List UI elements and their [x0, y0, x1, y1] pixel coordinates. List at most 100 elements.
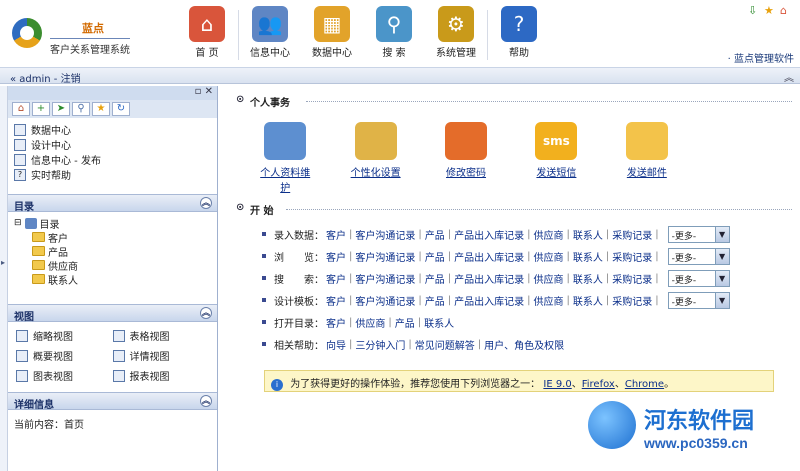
start-row-link[interactable]: 采购记录 [612, 293, 652, 308]
start-row-link[interactable]: 产品 [425, 249, 445, 264]
start-row-link[interactable]: 产品出入库记录 [454, 227, 524, 242]
start-row-link[interactable]: 常见问题解答 [415, 337, 475, 352]
start-row-link[interactable]: 供应商 [534, 293, 564, 308]
envelope-icon[interactable] [625, 122, 668, 160]
refresh-icon[interactable]: ⇩ [748, 5, 760, 17]
tree-item[interactable]: 联系人 [14, 272, 211, 287]
windows-icon[interactable] [445, 122, 488, 160]
start-row-link[interactable]: 客户沟通记录 [355, 249, 415, 264]
start-row-link[interactable]: 联系人 [573, 271, 603, 286]
start-row-link[interactable]: 产品出入库记录 [454, 271, 524, 286]
grid-icon[interactable]: ▦ [314, 6, 350, 42]
profile-icon[interactable] [264, 122, 307, 160]
chevron-down-icon[interactable]: ▼ [714, 226, 729, 242]
start-row-link[interactable]: 用户、角色及权限 [484, 337, 564, 352]
start-row-link[interactable]: 产品 [425, 227, 445, 242]
start-row-link[interactable]: 三分钟入门 [355, 337, 405, 352]
home-tab-icon[interactable]: ⌂ [12, 102, 30, 116]
detail-collapse-icon[interactable]: ︽ [200, 395, 212, 407]
view-item-1[interactable]: 表格视图 [112, 328, 210, 343]
user-logout-text[interactable]: « admin - 注销 [10, 70, 81, 85]
start-row-link[interactable]: 产品出入库记录 [454, 249, 524, 264]
nav-0[interactable]: ⌂ 首 页 [176, 4, 238, 64]
start-row-link[interactable]: 客户 [326, 271, 346, 286]
quick-item-0[interactable]: 数据中心 [14, 122, 211, 137]
tree-item[interactable]: 供应商 [14, 258, 211, 273]
favorite-star-icon[interactable]: ★ [764, 5, 776, 17]
start-row-link[interactable]: 供应商 [534, 227, 564, 242]
collapse-up-icon[interactable]: ︽ [784, 69, 794, 84]
chevron-down-icon[interactable]: ▼ [714, 270, 729, 286]
home-small-icon[interactable]: ⌂ [780, 5, 792, 17]
start-row-link[interactable]: 供应商 [534, 271, 564, 286]
view-item-5[interactable]: 报表视图 [112, 368, 210, 383]
nav-1[interactable]: 👥 信息中心 [239, 4, 301, 64]
start-row-link[interactable]: 供应商 [355, 315, 385, 330]
personal-item-label[interactable]: 发送邮件 [618, 164, 676, 179]
start-row-link[interactable]: 采购记录 [612, 271, 652, 286]
personal-item-0[interactable]: 个人资料维护 [256, 122, 314, 194]
personal-item-2[interactable]: 修改密码 [437, 122, 495, 182]
start-row-link[interactable]: 客户 [326, 293, 346, 308]
start-row-link[interactable]: 产品 [425, 271, 445, 286]
chevron-down-icon[interactable]: ▼ [714, 248, 729, 264]
panel-pin-close-icon[interactable]: ▫ ✕ [195, 86, 213, 97]
quick-item-1[interactable]: 设计中心 [14, 137, 211, 152]
folder-gear-icon[interactable]: ⚙ [438, 6, 474, 42]
start-row-link[interactable]: 产品 [395, 315, 415, 330]
more-select[interactable]: -更多- ▼ [667, 291, 730, 309]
quick-item-2[interactable]: 信息中心 - 发布 [14, 152, 211, 167]
start-row-link[interactable]: 联系人 [573, 293, 603, 308]
start-row-link[interactable]: 联系人 [573, 227, 603, 242]
start-row-link[interactable]: 采购记录 [612, 249, 652, 264]
start-row-link[interactable]: 客户 [326, 249, 346, 264]
brand-link[interactable]: · 蓝点管理软件 [728, 50, 794, 65]
search-icon[interactable]: ⚲ [376, 6, 412, 42]
start-row-link[interactable]: 客户 [326, 315, 346, 330]
search-tab-icon[interactable]: ⚲ [72, 102, 90, 116]
start-row-link[interactable]: 客户沟通记录 [355, 227, 415, 242]
start-row-link[interactable]: 客户沟通记录 [355, 271, 415, 286]
more-select[interactable]: -更多- ▼ [667, 269, 730, 287]
sms-icon[interactable]: sms [535, 122, 578, 160]
chevron-down-icon[interactable]: ▼ [714, 292, 729, 308]
browser-link[interactable]: Chrome [625, 379, 664, 390]
start-row-link[interactable]: 联系人 [573, 249, 603, 264]
personal-item-4[interactable]: 发送邮件 [618, 122, 676, 182]
start-row-link[interactable]: 供应商 [534, 249, 564, 264]
view-collapse-icon[interactable]: ︽ [200, 307, 212, 319]
browser-link[interactable]: IE 9.0 [543, 379, 571, 390]
star-tab-icon[interactable]: ★ [92, 102, 110, 116]
more-select[interactable]: -更多- ▼ [667, 225, 730, 243]
users-icon[interactable]: 👥 [252, 6, 288, 42]
tree-item[interactable]: 产品 [14, 244, 211, 259]
view-item-0[interactable]: 缩略视图 [16, 328, 113, 343]
view-item-2[interactable]: 概要视图 [16, 348, 113, 363]
mac-finder-icon[interactable] [354, 122, 397, 160]
tree-expand-icon[interactable]: ⊟ [14, 218, 22, 228]
arrow-tab-icon[interactable]: ➤ [52, 102, 70, 116]
nav-4[interactable]: ⚙ 系统管理 [425, 4, 487, 64]
start-row-link[interactable]: 客户沟通记录 [355, 293, 415, 308]
tree-root[interactable]: ⊟ 目录 [14, 216, 211, 231]
refresh-tab-icon[interactable]: ↻ [112, 102, 130, 116]
personal-item-label[interactable]: 个性化设置 [346, 164, 404, 179]
personal-item-label[interactable]: 发送短信 [527, 164, 585, 179]
personal-item-1[interactable]: 个性化设置 [346, 122, 404, 182]
start-row-link[interactable]: 向导 [326, 337, 346, 352]
nav-2[interactable]: ▦ 数据中心 [301, 4, 363, 64]
home-icon[interactable]: ⌂ [189, 6, 225, 42]
more-select[interactable]: -更多- ▼ [667, 247, 730, 265]
view-item-4[interactable]: 图表视图 [16, 368, 113, 383]
start-row-link[interactable]: 产品出入库记录 [454, 293, 524, 308]
start-row-link[interactable]: 产品 [425, 293, 445, 308]
catalog-collapse-icon[interactable]: ︽ [200, 197, 212, 209]
nav-3[interactable]: ⚲ 搜 索 [363, 4, 425, 64]
add-tab-icon[interactable]: + [32, 102, 50, 116]
browser-link[interactable]: Firefox [582, 379, 615, 390]
personal-item-label[interactable]: 个人资料维护 [256, 164, 314, 194]
tree-item[interactable]: 客户 [14, 230, 211, 245]
help-icon[interactable]: ? [501, 6, 537, 42]
quick-item-3[interactable]: ? 实时帮助 [14, 167, 211, 182]
start-row-link[interactable]: 联系人 [424, 315, 454, 330]
